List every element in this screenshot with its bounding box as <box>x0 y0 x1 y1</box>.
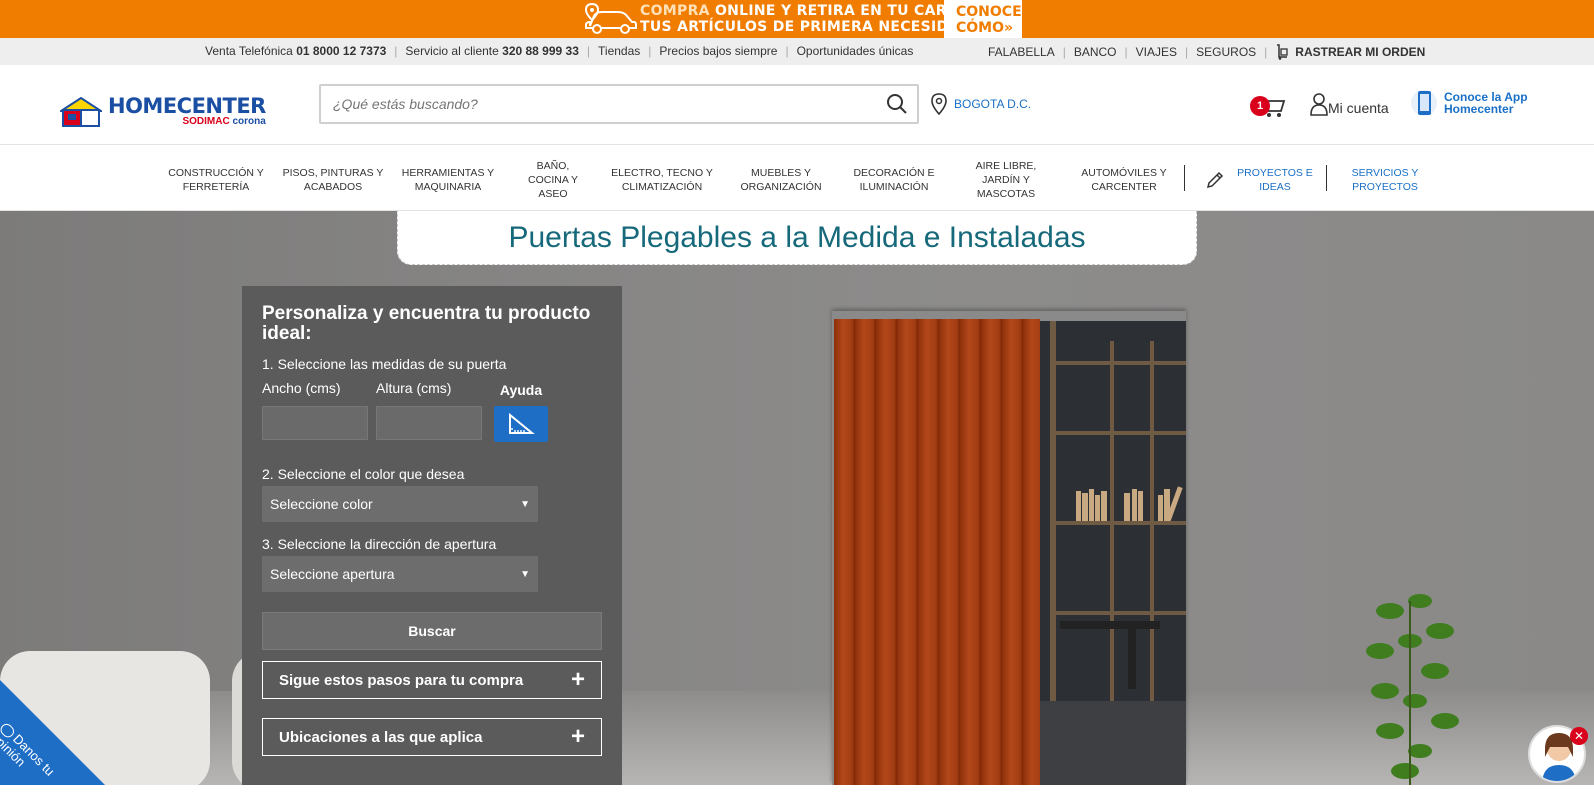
seguros-link[interactable]: SEGUROS <box>1188 45 1264 59</box>
nav-muebles[interactable]: Muebles y organización <box>736 149 826 211</box>
opening-select[interactable]: Seleccione apertura ▼ <box>262 556 538 592</box>
nav-divider <box>1326 165 1327 191</box>
phone-app-icon <box>1411 90 1437 116</box>
promo-banner[interactable]: COMPRA ONLINE Y RETIRA EN TU CARRO TUS A… <box>0 0 1594 38</box>
height-input[interactable] <box>376 406 482 440</box>
nav-projects[interactable]: Proyectos e ideas <box>1200 149 1320 211</box>
sales-phone[interactable]: Venta Telefónica 01 8000 12 7373 <box>197 44 394 58</box>
site-header: HOMECENTER SODIMAC corona BOGOTA D.C. 1 … <box>0 65 1594 145</box>
purchase-steps-accordion[interactable]: Sigue estos pasos para tu compra + <box>262 661 602 699</box>
folding-door-image <box>834 319 1040 785</box>
nav-services[interactable]: Servicios y proyectos <box>1340 149 1430 211</box>
nav-electro[interactable]: Electro, tecno y climatización <box>606 149 718 211</box>
width-input[interactable] <box>262 406 368 440</box>
configurator-panel: Personaliza y encuentra tu producto idea… <box>242 286 622 785</box>
hand-truck-icon <box>1275 44 1289 60</box>
app-promo-link[interactable]: Conoce la App Homecenter <box>1410 87 1528 119</box>
location-selector[interactable]: BOGOTA D.C. <box>930 93 1031 115</box>
track-order-link[interactable]: RASTREAR MI ORDEN <box>1267 44 1425 60</box>
nav-decoracion[interactable]: Decoración e iluminación <box>846 149 942 211</box>
pencil-icon <box>1206 171 1224 189</box>
plant-image <box>1366 594 1459 785</box>
search-button[interactable] <box>877 86 917 122</box>
falabella-link[interactable]: FALABELLA <box>980 45 1063 59</box>
account-link[interactable]: Mi cuenta <box>1310 92 1389 116</box>
help-button[interactable] <box>494 406 548 442</box>
nav-bano[interactable]: Baño, cocina y aseo <box>520 149 586 211</box>
low-prices-link[interactable]: Precios bajos siempre <box>651 44 785 58</box>
hero-section: Puertas Plegables a la Medida e Instalad… <box>0 211 1594 785</box>
hero-title-box: Puertas Plegables a la Medida e Instalad… <box>397 211 1197 265</box>
ruler-icon <box>509 412 535 434</box>
location-pin-icon <box>931 93 947 115</box>
stores-link[interactable]: Tiendas <box>590 44 648 58</box>
bookshelf-image <box>1040 321 1186 785</box>
nav-construccion[interactable]: Construcción y ferretería <box>162 149 270 211</box>
viajes-link[interactable]: VIAJES <box>1128 45 1185 59</box>
search-bar <box>319 84 919 124</box>
promo-cta-button[interactable]: CONOCE CÓMO» <box>944 0 1022 38</box>
chevron-down-icon: ▼ <box>520 568 530 580</box>
nav-herramientas[interactable]: Herramientas y maquinaria <box>396 149 500 211</box>
car-pickup-icon <box>580 0 640 38</box>
search-icon <box>887 94 907 114</box>
close-icon[interactable]: ✕ <box>1570 727 1588 745</box>
nav-divider <box>1184 165 1185 191</box>
step3-label: 3. Seleccione la dirección de apertura <box>262 536 497 552</box>
search-input[interactable] <box>321 86 877 122</box>
opportunities-link[interactable]: Oportunidades únicas <box>789 44 922 58</box>
plus-icon: + <box>570 666 585 693</box>
step1-label: 1. Seleccione las medidas de su puerta <box>262 356 507 372</box>
page-title: Puertas Plegables a la Medida e Instalad… <box>508 220 1086 254</box>
banco-link[interactable]: BANCO <box>1066 45 1125 59</box>
width-label: Ancho (cms) <box>262 380 341 396</box>
user-icon <box>1310 93 1328 116</box>
nav-pisos[interactable]: Pisos, pinturas y acabados <box>282 149 384 211</box>
homecenter-logo[interactable]: HOMECENTER SODIMAC corona <box>60 96 266 127</box>
search-door-button[interactable]: Buscar <box>262 612 602 650</box>
utility-bar: Venta Telefónica 01 8000 12 7373 | Servi… <box>0 38 1594 65</box>
nav-automoviles[interactable]: Automóviles y carcenter <box>1076 149 1172 211</box>
plus-icon: + <box>570 723 585 750</box>
cart-button[interactable]: 1 <box>1250 91 1290 121</box>
cart-count-badge: 1 <box>1250 96 1270 116</box>
house-logo-icon <box>60 96 102 127</box>
help-label: Ayuda <box>499 382 543 398</box>
chevron-down-icon: ▼ <box>520 498 530 510</box>
locations-accordion[interactable]: Ubicaciones a las que aplica + <box>262 718 602 756</box>
panel-title: Personaliza y encuentra tu producto idea… <box>262 303 591 344</box>
customer-service[interactable]: Servicio al cliente 320 88 999 33 <box>397 44 586 58</box>
step2-label: 2. Seleccione el color que desea <box>262 466 465 482</box>
color-select[interactable]: Seleccione color ▼ <box>262 486 538 522</box>
nav-aire-libre[interactable]: Aire libre, jardín y mascotas <box>966 149 1046 211</box>
promo-text: COMPRA ONLINE Y RETIRA EN TU CARRO TUS A… <box>640 3 972 35</box>
category-nav: Construcción y ferretería Pisos, pintura… <box>0 149 1594 211</box>
height-label: Altura (cms) <box>376 380 452 396</box>
